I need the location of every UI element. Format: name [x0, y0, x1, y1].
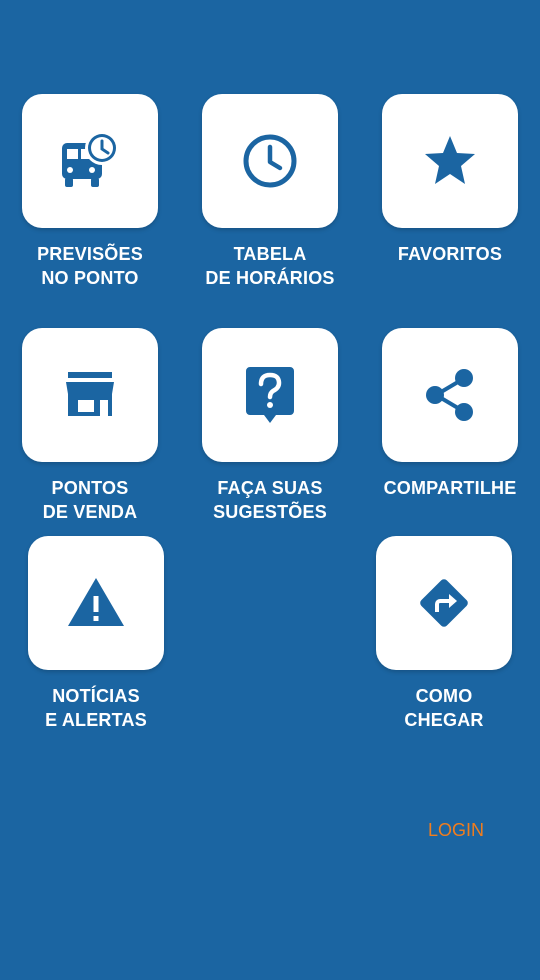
noticias-label[interactable]: NOTÍCIAS E ALERTAS: [6, 684, 186, 732]
store-icon: [66, 372, 114, 416]
previsoes-button[interactable]: [22, 94, 158, 228]
sugestoes-label[interactable]: FAÇA SUAS SUGESTÕES: [180, 476, 360, 524]
question-feedback-icon: [246, 367, 294, 423]
como-chegar-button[interactable]: [376, 536, 512, 670]
compartilhe-label[interactable]: COMPARTILHE: [360, 476, 540, 500]
compartilhe-button[interactable]: [382, 328, 518, 462]
directions-icon: [420, 579, 468, 627]
pontos-venda-label[interactable]: PONTOS DE VENDA: [0, 476, 180, 524]
favoritos-label[interactable]: FAVORITOS: [360, 242, 540, 266]
como-chegar-label[interactable]: COMO CHEGAR: [354, 684, 534, 732]
warning-icon: [68, 578, 124, 626]
clock-icon: [243, 134, 297, 188]
favoritos-button[interactable]: [382, 94, 518, 228]
tabela-button[interactable]: [202, 94, 338, 228]
login-link[interactable]: LOGIN: [420, 818, 492, 842]
noticias-button[interactable]: [28, 536, 164, 670]
pontos-venda-button[interactable]: [22, 328, 158, 462]
share-icon: [426, 369, 473, 421]
tabela-label[interactable]: TABELA DE HORÁRIOS: [180, 242, 360, 290]
sugestoes-button[interactable]: [202, 328, 338, 462]
bus-clock-icon: [62, 131, 119, 187]
star-icon: [425, 136, 475, 184]
previsoes-label[interactable]: PREVISÕES NO PONTO: [0, 242, 180, 290]
